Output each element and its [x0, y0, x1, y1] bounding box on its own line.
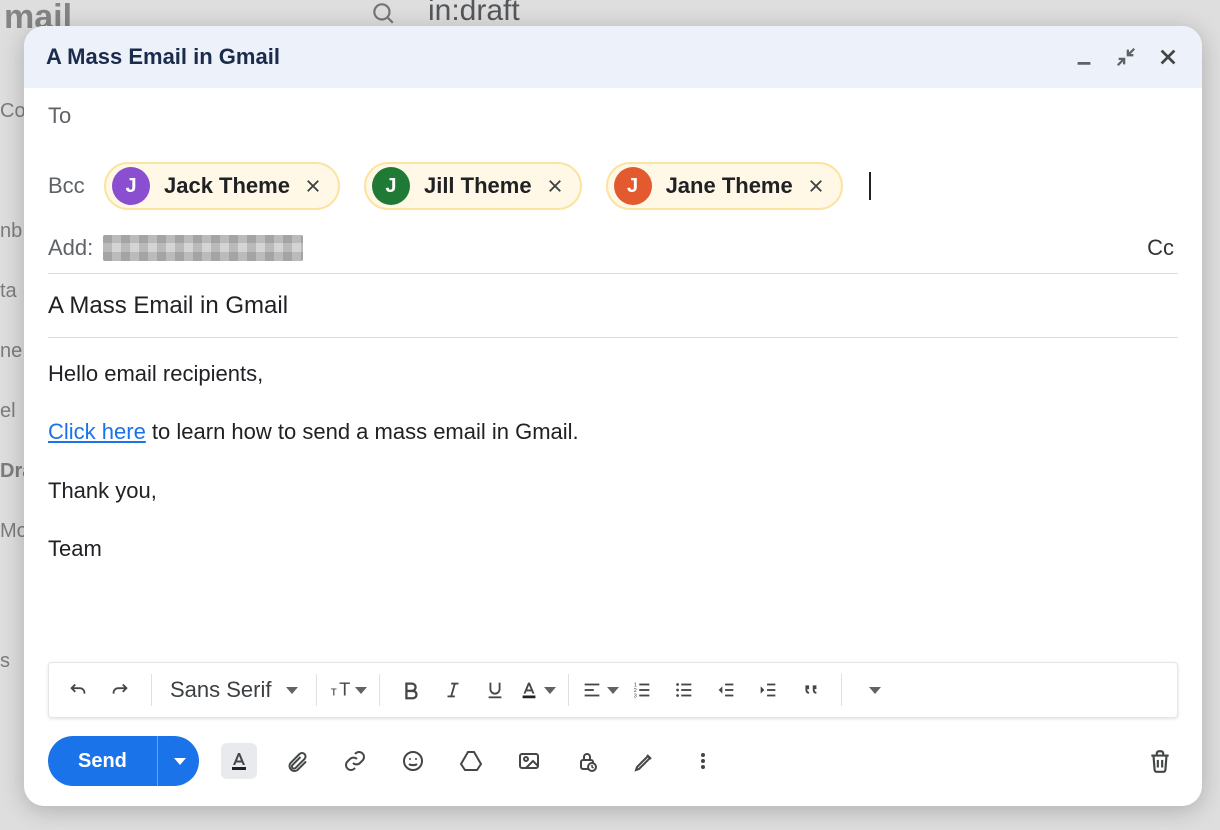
numbered-list-button[interactable]: 123: [623, 671, 661, 709]
svg-text:т: т: [330, 684, 336, 699]
chevron-down-icon: [286, 687, 298, 694]
bg-side-4: el: [0, 400, 16, 423]
send-button[interactable]: Send: [48, 736, 157, 786]
insert-signature-button[interactable]: [627, 743, 663, 779]
text-caret: [869, 172, 871, 200]
avatar: J: [112, 167, 150, 205]
avatar: J: [372, 167, 410, 205]
body-line-link: Click here to learn how to send a mass e…: [48, 414, 1178, 450]
bg-side-3: ne: [0, 340, 22, 363]
bullet-list-button[interactable]: [665, 671, 703, 709]
indent-button[interactable]: [749, 671, 787, 709]
chevron-down-icon: [544, 687, 556, 694]
send-split-button: Send: [48, 736, 199, 786]
recipient-name: Jane Theme: [666, 173, 793, 199]
discard-draft-button[interactable]: [1142, 743, 1178, 779]
recipient-chip[interactable]: J Jack Theme: [104, 162, 340, 210]
bg-search-text: in:draft: [428, 0, 520, 28]
compose-title: A Mass Email in Gmail: [46, 44, 280, 70]
bold-button[interactable]: [392, 671, 430, 709]
font-family-label: Sans Serif: [170, 677, 272, 703]
body-signature: Team: [48, 531, 1178, 567]
bg-side-1: nb: [0, 220, 22, 243]
add-label: Add:: [48, 235, 93, 261]
to-label: To: [48, 103, 104, 129]
underline-button[interactable]: [476, 671, 514, 709]
bcc-chips: J Jack Theme J Jill Theme J: [104, 162, 871, 210]
send-options-button[interactable]: [157, 736, 199, 786]
more-options-button[interactable]: [685, 743, 721, 779]
bg-side-0: Co: [0, 100, 26, 123]
undo-button[interactable]: [59, 671, 97, 709]
font-size-button[interactable]: тT: [329, 671, 367, 709]
insert-emoji-button[interactable]: [395, 743, 431, 779]
email-body[interactable]: Hello email recipients, Click here to le…: [48, 338, 1178, 567]
insert-photo-button[interactable]: [511, 743, 547, 779]
close-button[interactable]: [1156, 45, 1180, 69]
recipient-chip[interactable]: J Jane Theme: [606, 162, 843, 210]
redo-button[interactable]: [101, 671, 139, 709]
subject-field[interactable]: A Mass Email in Gmail: [48, 274, 1178, 338]
bcc-label: Bcc: [48, 173, 104, 199]
quote-button[interactable]: [791, 671, 829, 709]
remove-recipient-icon[interactable]: [304, 177, 322, 195]
attach-file-button[interactable]: [279, 743, 315, 779]
svg-text:3: 3: [633, 693, 636, 699]
body-thanks: Thank you,: [48, 473, 1178, 509]
avatar: J: [614, 167, 652, 205]
minimize-button[interactable]: [1072, 45, 1096, 69]
bcc-field[interactable]: Bcc J Jack Theme J Jill Theme: [48, 144, 1178, 222]
insert-link-button[interactable]: [337, 743, 373, 779]
cc-toggle[interactable]: Cc: [1147, 235, 1178, 261]
italic-button[interactable]: [434, 671, 472, 709]
exit-fullscreen-button[interactable]: [1114, 45, 1138, 69]
text-color-button[interactable]: [518, 671, 556, 709]
subject-text: A Mass Email in Gmail: [48, 292, 288, 320]
recipient-chip[interactable]: J Jill Theme: [364, 162, 582, 210]
remove-recipient-icon[interactable]: [807, 177, 825, 195]
svg-text:T: T: [339, 679, 350, 700]
window-controls: [1072, 45, 1180, 69]
chevron-down-icon: [869, 687, 881, 694]
body-greeting: Hello email recipients,: [48, 356, 1178, 392]
body-after-link: to learn how to send a mass email in Gma…: [146, 419, 579, 444]
remove-recipient-icon[interactable]: [546, 177, 564, 195]
insert-drive-button[interactable]: [453, 743, 489, 779]
font-family-select[interactable]: Sans Serif: [164, 671, 304, 709]
align-button[interactable]: [581, 671, 619, 709]
outdent-button[interactable]: [707, 671, 745, 709]
chevron-down-icon: [355, 687, 367, 694]
formatting-toolbar: Sans Serif тT 123: [48, 662, 1178, 718]
bg-side-7: s: [0, 650, 10, 673]
recipient-name: Jack Theme: [164, 173, 290, 199]
body-link[interactable]: Click here: [48, 419, 146, 444]
more-formatting-button[interactable]: [854, 671, 892, 709]
add-row: Add: Cc: [48, 222, 1178, 274]
compose-action-bar: Send: [24, 718, 1202, 806]
to-field[interactable]: To: [48, 88, 1178, 144]
redacted-email: [103, 235, 303, 261]
chevron-down-icon: [174, 758, 186, 765]
compose-window: A Mass Email in Gmail To Bcc: [24, 26, 1202, 806]
compose-header: A Mass Email in Gmail: [24, 26, 1202, 88]
confidential-mode-button[interactable]: [569, 743, 605, 779]
recipient-name: Jill Theme: [424, 173, 532, 199]
chevron-down-icon: [607, 687, 619, 694]
bg-side-2: ta: [0, 280, 17, 303]
formatting-toggle-button[interactable]: [221, 743, 257, 779]
